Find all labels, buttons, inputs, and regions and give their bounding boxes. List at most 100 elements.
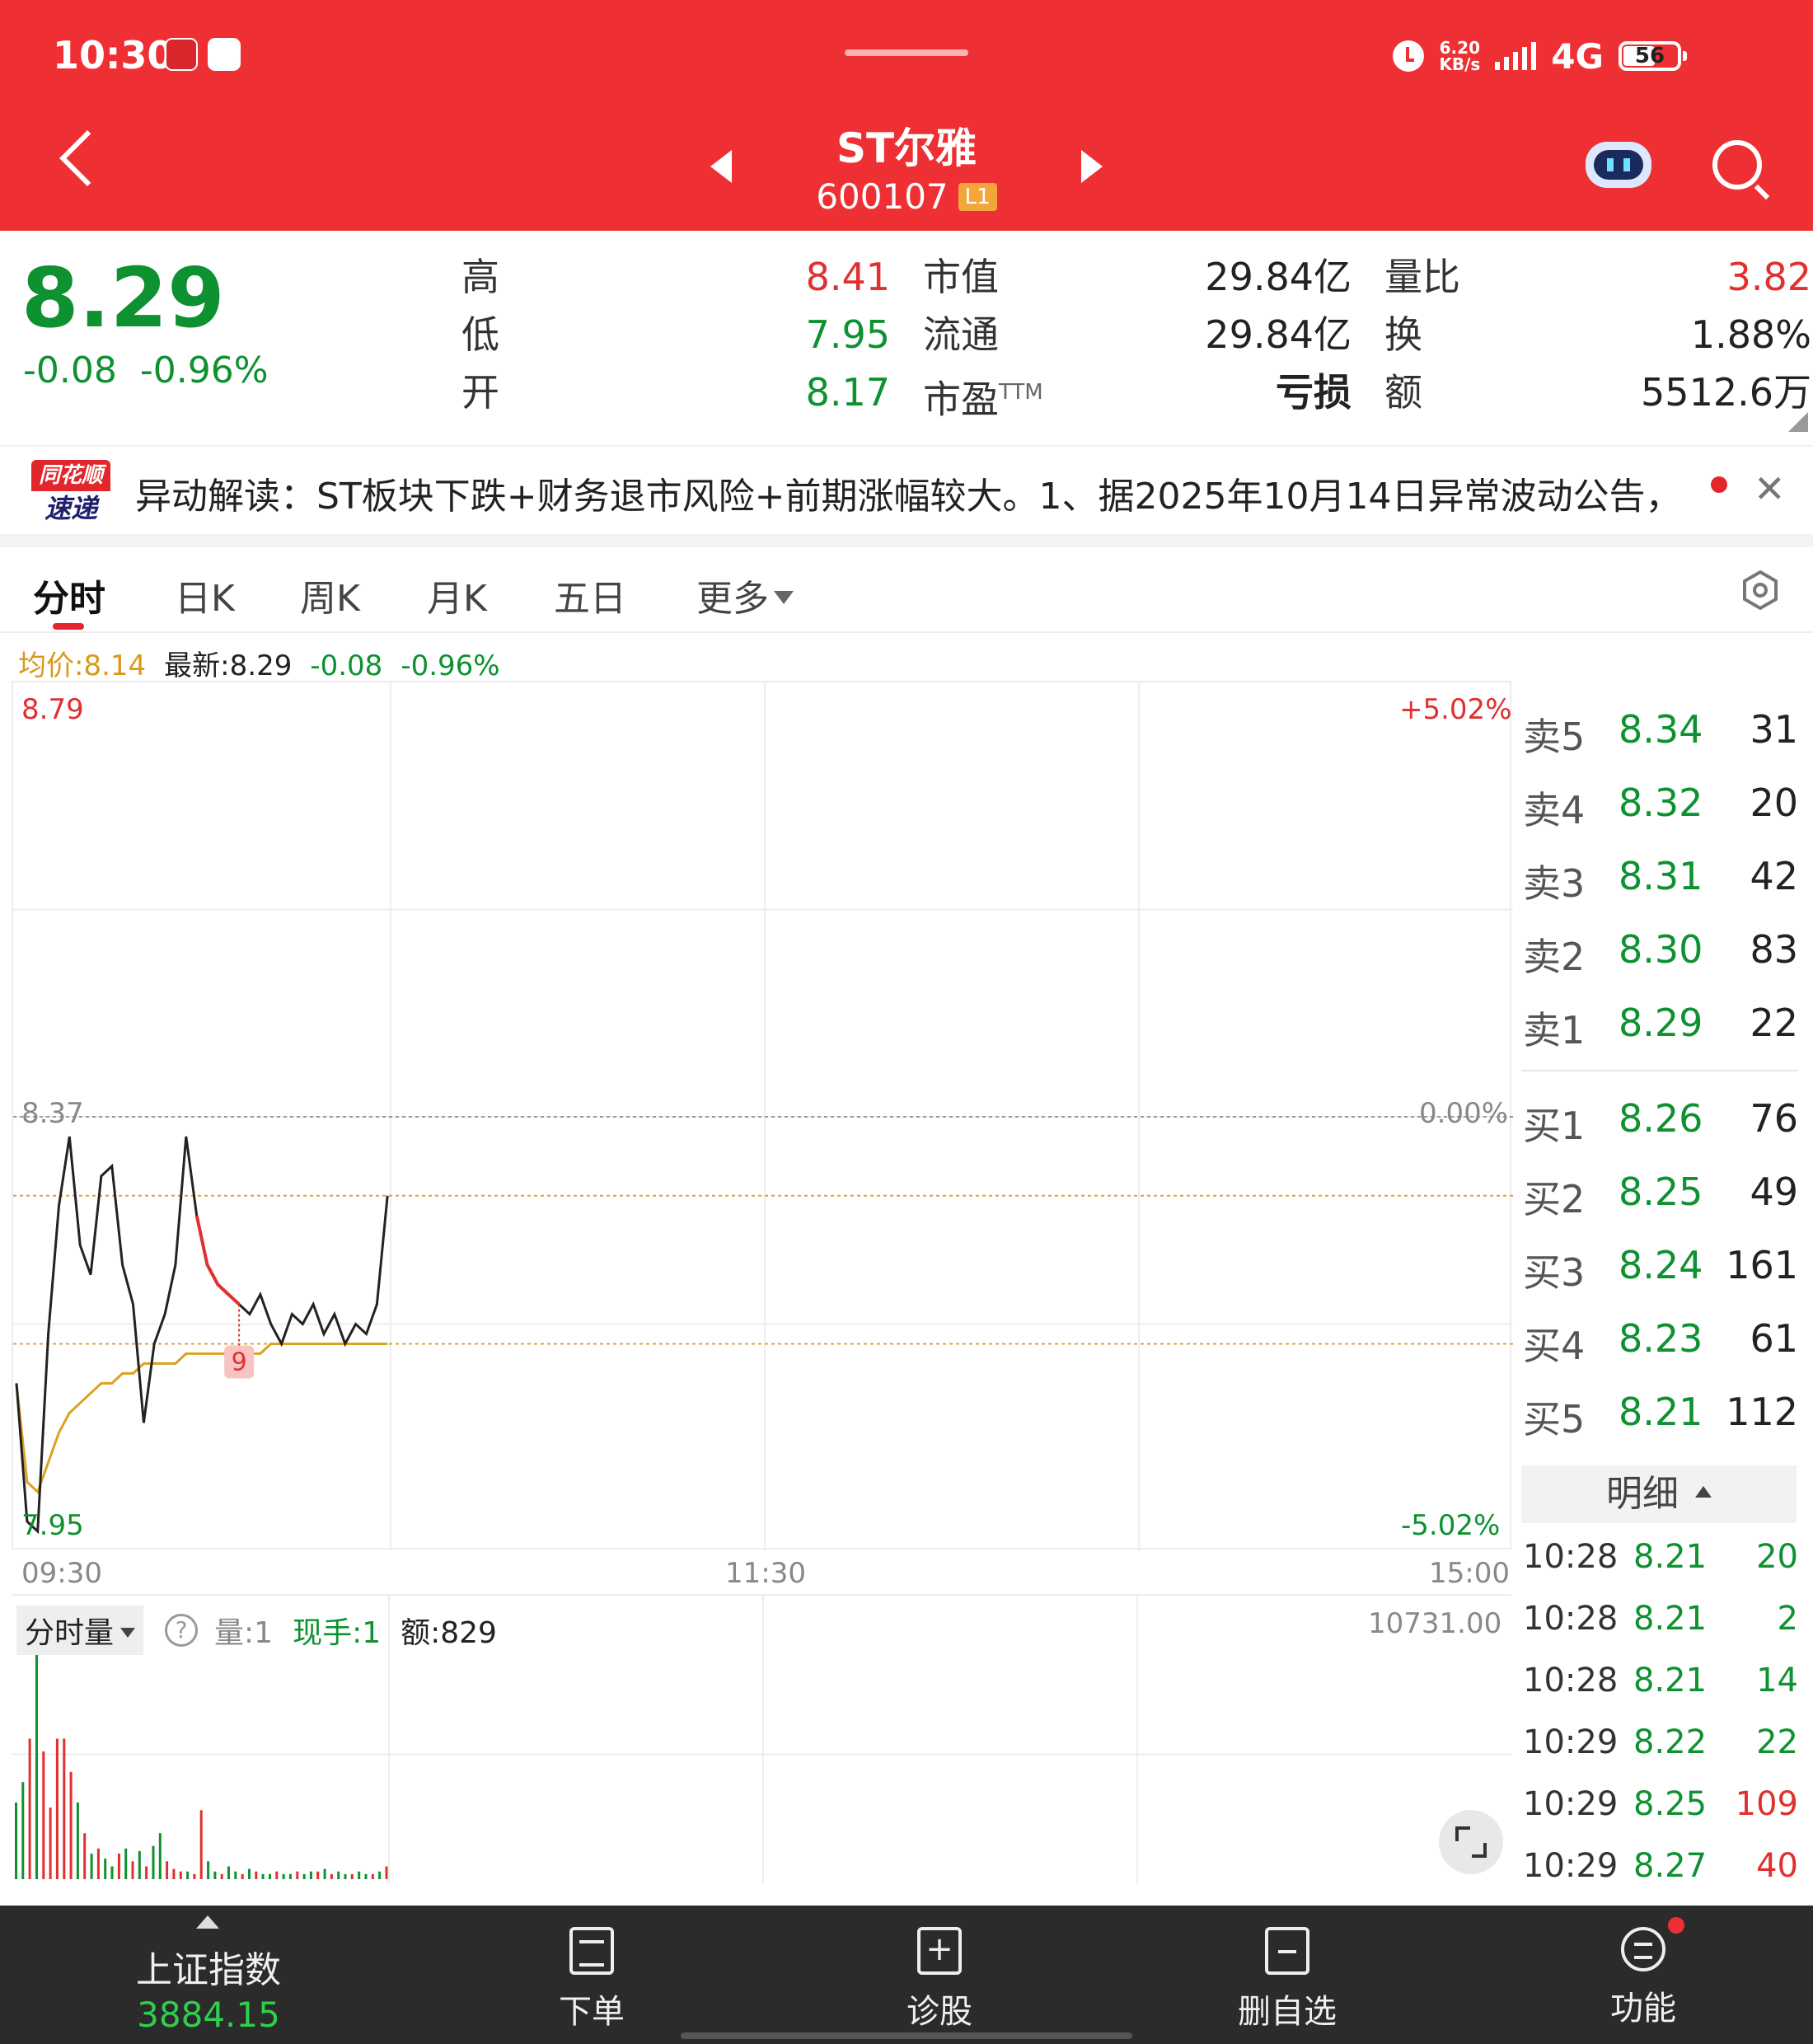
- volume-header: 分时量 ? 量:1 现手:1 额:829: [16, 1606, 517, 1655]
- bid-volume: 49: [1750, 1170, 1798, 1214]
- volume-bar: [63, 1738, 66, 1879]
- close-icon[interactable]: ✕: [1754, 470, 1786, 508]
- pct-mid-label: 0.00%: [1419, 1097, 1509, 1130]
- ask-row-3[interactable]: 卖3 8.31 42: [1521, 837, 1798, 910]
- index-name[interactable]: 上证指数: [0, 1940, 417, 1993]
- bid-volume: 112: [1726, 1390, 1798, 1434]
- bid-row-4[interactable]: 买4 8.23 61: [1521, 1300, 1798, 1372]
- tab-more[interactable]: 更多: [696, 569, 794, 621]
- bid-label: 买5: [1523, 1397, 1586, 1442]
- trade-time: 10:28: [1523, 1600, 1619, 1638]
- nav-diagnose[interactable]: 诊股: [849, 1927, 1030, 2032]
- ask-price: 8.29: [1619, 1001, 1703, 1045]
- volume-bar: [152, 1845, 155, 1879]
- volume-bar: [350, 1873, 354, 1879]
- news-text[interactable]: 异动解读：ST板块下跌+财务退市风险+前期涨幅较大。1、据2025年10月14日…: [135, 466, 1668, 519]
- grab-handle[interactable]: [845, 49, 968, 56]
- tab-daily-k[interactable]: 日K: [175, 569, 235, 621]
- volume-type-dropdown[interactable]: 分时量: [16, 1606, 144, 1655]
- bid-row-2[interactable]: 买2 8.25 49: [1521, 1153, 1798, 1226]
- tab-intraday[interactable]: 分时: [33, 569, 105, 621]
- tab-monthly-k[interactable]: 月K: [427, 569, 487, 621]
- tab-five-day[interactable]: 五日: [554, 569, 626, 621]
- bid-row-1[interactable]: 买1 8.26 76: [1521, 1080, 1798, 1152]
- volume-bar: [96, 1848, 100, 1879]
- ask-label: 卖1: [1523, 1008, 1586, 1052]
- nav-functions-label: 功能: [1610, 1990, 1676, 2028]
- bid-price: 8.21: [1619, 1390, 1703, 1434]
- index-value: 3884.15: [137, 1995, 280, 2035]
- low-label: 低: [461, 312, 499, 357]
- volume-bar: [76, 1803, 79, 1879]
- volume-bar: [371, 1873, 374, 1879]
- next-stock-icon[interactable]: [1081, 150, 1103, 183]
- trade-detail-tab[interactable]: 明细: [1521, 1465, 1797, 1523]
- average-price: 均价:8.14: [18, 649, 147, 682]
- volume-bar: [35, 1624, 38, 1879]
- robot-assistant-icon[interactable]: [1586, 142, 1651, 188]
- intraday-chart-svg: 9: [13, 682, 1513, 1551]
- ask-row-5[interactable]: 卖5 8.34 31: [1521, 691, 1798, 763]
- trade-price: 8.22: [1633, 1723, 1708, 1761]
- y-bottom-label: 7.95: [21, 1509, 84, 1542]
- volume-ratio-label: 量比: [1384, 255, 1460, 299]
- volume-bar: [28, 1738, 31, 1879]
- news-logo-bottom: 速递: [44, 493, 97, 524]
- ask-row-2[interactable]: 卖2 8.30 83: [1521, 911, 1798, 983]
- home-indicator[interactable]: [681, 2032, 1132, 2039]
- volume-bar: [179, 1871, 182, 1879]
- trade-price: 8.21: [1633, 1538, 1708, 1576]
- nav-order[interactable]: 下单: [501, 1927, 682, 2032]
- chevron-up-icon[interactable]: [196, 1915, 219, 1929]
- volume-bar: [330, 1873, 333, 1879]
- volume-bar: [186, 1871, 190, 1879]
- volume-bar: [110, 1866, 114, 1879]
- trade-price: 8.21: [1633, 1662, 1708, 1699]
- news-logo-top: 同花顺: [31, 460, 110, 491]
- bid-price: 8.24: [1619, 1243, 1703, 1287]
- help-icon[interactable]: ?: [165, 1614, 199, 1647]
- volume-bar: [358, 1871, 361, 1879]
- change-percent: -0.96%: [139, 349, 269, 391]
- trade-row: 10:28 8.21 14: [1521, 1650, 1798, 1712]
- trade-row: 10:28 8.21 20: [1521, 1526, 1798, 1588]
- notification-dot: [1668, 1917, 1684, 1934]
- search-icon[interactable]: [1712, 140, 1762, 190]
- volume-bar: [42, 1751, 45, 1879]
- ask-row-1[interactable]: 卖1 8.29 22: [1521, 984, 1798, 1057]
- trade-volume: 40: [1756, 1847, 1798, 1885]
- bid-row-5[interactable]: 买5 8.21 112: [1521, 1373, 1798, 1446]
- volume-bar: [385, 1866, 388, 1879]
- volume-bar: [296, 1871, 299, 1879]
- fullscreen-icon[interactable]: [1439, 1810, 1503, 1874]
- last-price: 8.29: [21, 250, 225, 346]
- diagnose-icon: [917, 1927, 962, 1975]
- volume-bar: [220, 1873, 223, 1879]
- trade-row: 10:28 8.21 2: [1521, 1588, 1798, 1650]
- amount-value: 5512.6万: [1641, 370, 1811, 415]
- notification-app-icon: [165, 38, 198, 71]
- bid-label: 买3: [1523, 1250, 1586, 1295]
- volume-bar: [269, 1873, 271, 1879]
- order-book-divider: [1521, 1070, 1798, 1071]
- settings-icon[interactable]: [1739, 569, 1782, 612]
- signal-icon: [1495, 42, 1537, 70]
- intraday-chart[interactable]: 9: [12, 681, 1513, 1551]
- trade-time: 10:28: [1523, 1662, 1619, 1699]
- trade-volume: 14: [1756, 1662, 1798, 1699]
- nav-functions[interactable]: 功能: [1553, 1927, 1734, 2029]
- volume-bar: [378, 1871, 382, 1879]
- market-cap-label: 市值: [923, 255, 999, 299]
- expand-quote-corner[interactable]: [1788, 412, 1808, 432]
- tab-weekly-k[interactable]: 周K: [300, 569, 360, 621]
- pe-value: 亏损: [1276, 370, 1352, 415]
- ask-row-4[interactable]: 卖4 8.32 20: [1521, 764, 1798, 837]
- ask-label: 卖2: [1523, 935, 1586, 979]
- pe-label: 市盈TTM: [923, 368, 1043, 424]
- ask-volume: 83: [1750, 927, 1798, 972]
- nav-remove-watchlist[interactable]: 删自选: [1197, 1927, 1378, 2032]
- y-prev-close-label: 8.37: [21, 1097, 84, 1130]
- open-label: 开: [461, 370, 499, 415]
- news-ticker[interactable]: 同花顺 速递 异动解读：ST板块下跌+财务退市风险+前期涨幅较大。1、据2025…: [0, 445, 1813, 534]
- bid-row-3[interactable]: 买3 8.24 161: [1521, 1226, 1798, 1299]
